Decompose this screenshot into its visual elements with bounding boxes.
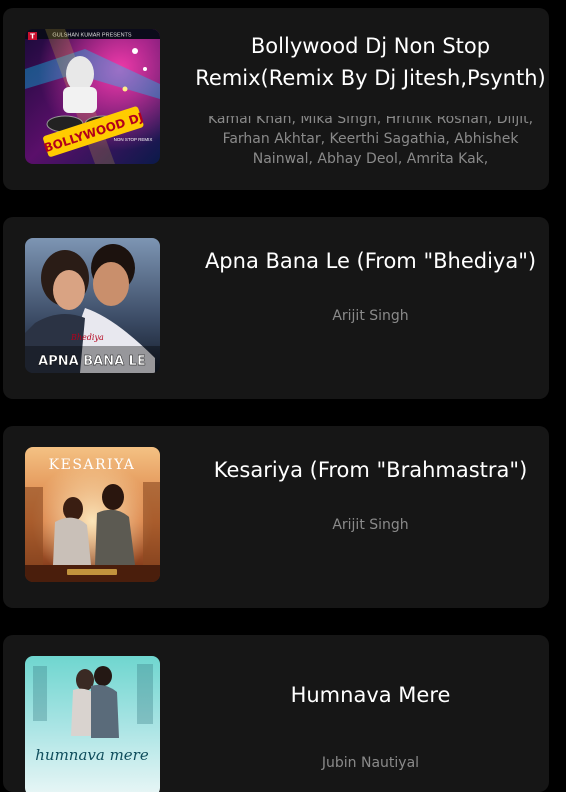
song-title: Apna Bana Le (From "Bhediya") xyxy=(204,249,537,273)
cover-header-text: KESARIYA xyxy=(49,457,136,473)
album-cover: KESARIYA xyxy=(25,447,160,582)
cover-sub-text: NON STOP REMIX xyxy=(114,137,153,142)
song-card[interactable]: GULSHAN KUMAR PRESENTS BOLLYWOOD DJ NON … xyxy=(3,8,549,190)
song-artists-container: Kamal Khan, Mika Singh, Hrithik Roshan, … xyxy=(198,116,543,178)
song-title: Kesariya (From "Brahmastra") xyxy=(213,458,528,482)
song-artists: Arijit Singh xyxy=(332,308,409,324)
album-cover: Bhediya APNA BANA LE xyxy=(25,238,160,373)
song-info: Bollywood Dj Non Stop Remix(Remix By Dj … xyxy=(188,30,549,94)
album-cover: GULSHAN KUMAR PRESENTS BOLLYWOOD DJ NON … xyxy=(25,29,160,164)
song-title: Bollywood Dj Non Stop Remix(Remix By Dj … xyxy=(195,34,546,90)
song-artists: Kamal Khan, Mika Singh, Hrithik Roshan, … xyxy=(207,116,534,167)
song-info: Kesariya (From "Brahmastra") Arijit Sing… xyxy=(188,454,549,535)
song-list: GULSHAN KUMAR PRESENTS BOLLYWOOD DJ NON … xyxy=(0,0,566,792)
album-cover: humnava mere xyxy=(25,656,160,792)
cover-script-text: Bhediya xyxy=(70,333,104,342)
song-card[interactable]: KESARIYA Kesariya (From "Brahmastra") Ar… xyxy=(3,426,549,608)
song-card[interactable]: Bhediya APNA BANA LE Apna Bana Le (From … xyxy=(3,217,549,399)
song-artists: Arijit Singh xyxy=(332,517,409,533)
label-logo-mark: T xyxy=(30,33,35,41)
cover-caption-text: APNA BANA LE xyxy=(38,354,146,369)
song-card[interactable]: humnava mere Humnava Mere Jubin Nautiyal xyxy=(3,635,549,792)
song-title: Humnava Mere xyxy=(290,683,451,707)
song-info: Humnava Mere Jubin Nautiyal xyxy=(188,679,549,773)
cover-script-text: humnava mere xyxy=(35,746,149,764)
song-info: Apna Bana Le (From "Bhediya") Arijit Sin… xyxy=(188,245,549,326)
song-artists: Jubin Nautiyal xyxy=(321,755,420,771)
